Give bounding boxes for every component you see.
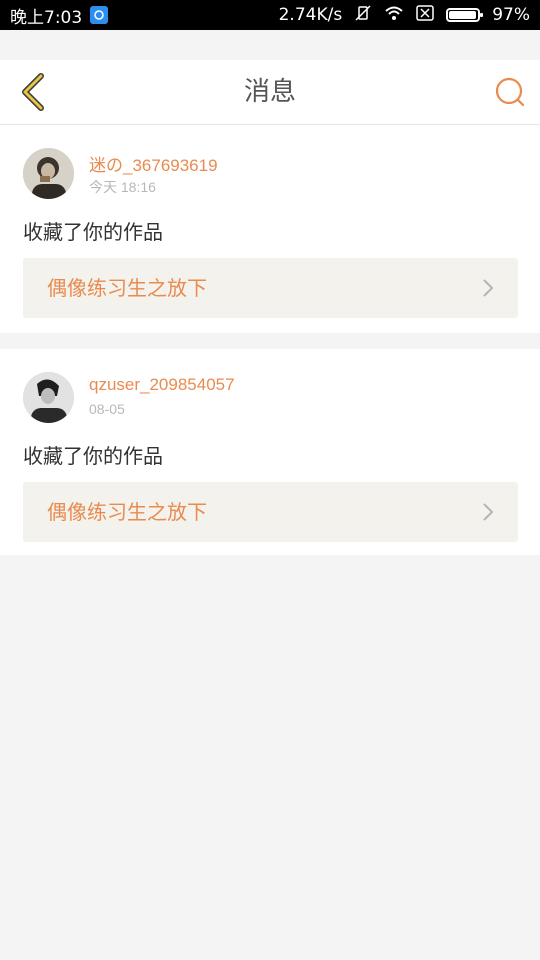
status-left: 晚上7:03 [10,3,109,28]
chevron-right-icon [478,278,498,298]
status-right: 2.74K/s 97% [279,4,530,27]
wifi-icon [384,5,404,26]
no-sim-icon [416,4,434,26]
status-bar: 晚上7:03 2.74K/s 97% [0,0,540,30]
battery-percent: 97% [492,5,530,25]
avatar[interactable] [23,372,74,423]
status-time: 晚上7:03 [10,7,83,28]
message-time: 今天 18:16 [89,179,156,195]
nav-bar: 消息 [0,60,540,125]
search-icon [495,77,525,107]
message-card: qzuser_209854057 08-05 收藏了你的作品 偶像练习生之放下 [0,349,540,555]
username[interactable]: 迷の_367693619 [89,151,218,176]
work-title: 偶像练习生之放下 [47,276,207,300]
message-card: 迷の_367693619 今天 18:16 收藏了你的作品 偶像练习生之放下 [0,125,540,333]
notification-app-icon [90,6,109,24]
work-title: 偶像练习生之放下 [47,500,207,524]
search-button[interactable] [492,74,528,110]
avatar[interactable] [23,148,74,199]
vibrate-icon [354,4,372,27]
work-link[interactable]: 偶像练习生之放下 [23,258,518,318]
message-action: 收藏了你的作品 [23,444,163,468]
work-link[interactable]: 偶像练习生之放下 [23,482,518,542]
chevron-right-icon [478,502,498,522]
username[interactable]: qzuser_209854057 [89,375,235,395]
network-speed: 2.74K/s [278,5,343,25]
battery-fill [449,11,477,19]
message-time: 08-05 [89,401,125,417]
message-action: 收藏了你的作品 [23,220,163,244]
page-title: 消息 [243,77,296,107]
battery-icon [446,8,484,22]
